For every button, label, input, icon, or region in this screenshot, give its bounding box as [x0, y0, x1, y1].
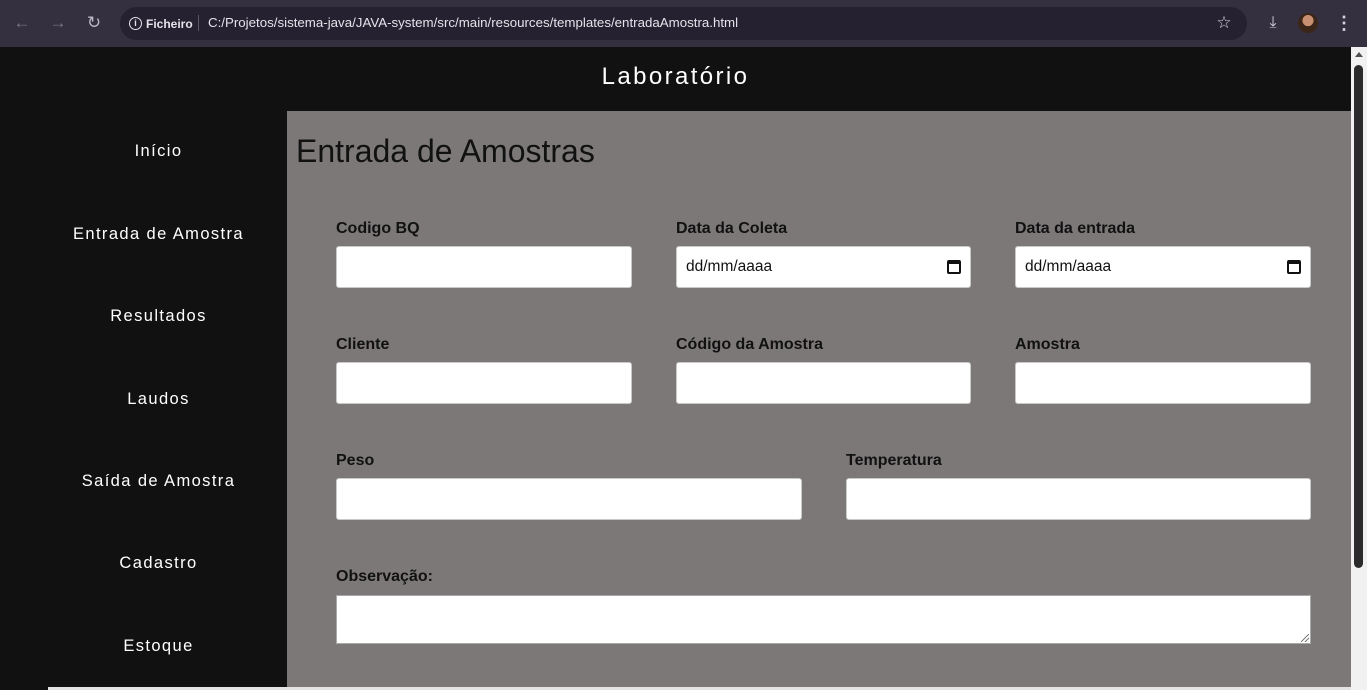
- forward-arrow-icon[interactable]: →: [46, 11, 70, 35]
- site-info-chip[interactable]: i Ficheiro: [129, 13, 193, 34]
- peso-label: Peso: [336, 452, 375, 469]
- main-content: Entrada de Amostras Codigo BQ Data da Co…: [287, 111, 1351, 690]
- codigo-bq-label: Codigo BQ: [336, 220, 420, 237]
- data-entrada-value: dd/mm/aaaa: [1025, 258, 1112, 275]
- sidebar-item-cadastro[interactable]: Cadastro: [0, 554, 317, 573]
- data-entrada-label: Data da entrada: [1015, 220, 1136, 237]
- cliente-label: Cliente: [336, 336, 390, 353]
- data-coleta-label: Data da Coleta: [676, 220, 788, 237]
- sidebar: Início Entrada de Amostra Resultados Lau…: [0, 111, 287, 690]
- sidebar-item-inicio[interactable]: Início: [0, 142, 317, 161]
- site-title: Laboratório: [601, 63, 750, 90]
- download-icon[interactable]: ⤓: [1261, 11, 1285, 35]
- observacao-label: Observação:: [336, 568, 433, 585]
- data-coleta-value: dd/mm/aaaa: [686, 258, 773, 275]
- kebab-menu-icon[interactable]: ⋮: [1334, 11, 1354, 35]
- resize-handle-icon[interactable]: [1301, 634, 1309, 642]
- amostra-input[interactable]: [1015, 362, 1311, 404]
- temperatura-input[interactable]: [846, 478, 1311, 520]
- peso-input[interactable]: [336, 478, 802, 520]
- page-viewport: Laboratório Início Entrada de Amostra Re…: [0, 47, 1351, 690]
- calendar-icon[interactable]: [947, 260, 961, 274]
- sidebar-item-resultados[interactable]: Resultados: [0, 307, 317, 326]
- info-icon: i: [129, 17, 142, 30]
- codigo-amostra-input[interactable]: [676, 362, 971, 404]
- observacao-textarea[interactable]: [336, 595, 1311, 644]
- url-text[interactable]: C:/Projetos/sistema-java/JAVA-system/src…: [208, 15, 738, 30]
- scroll-up-arrow-icon[interactable]: [1355, 52, 1363, 57]
- profile-avatar[interactable]: [1298, 13, 1318, 33]
- scrollbar-thumb[interactable]: [1354, 65, 1363, 568]
- chip-divider: [198, 15, 199, 31]
- data-entrada-input[interactable]: dd/mm/aaaa: [1015, 246, 1311, 288]
- page-title: Entrada de Amostras: [296, 133, 595, 169]
- codigo-bq-input[interactable]: [336, 246, 632, 288]
- calendar-icon[interactable]: [1287, 260, 1301, 274]
- codigo-amostra-label: Código da Amostra: [676, 336, 823, 353]
- star-icon[interactable]: ☆: [1212, 11, 1236, 35]
- sidebar-item-saida-de-amostra[interactable]: Saída de Amostra: [0, 472, 317, 491]
- temperatura-label: Temperatura: [846, 452, 942, 469]
- site-chip-label: Ficheiro: [146, 16, 193, 31]
- browser-toolbar: ← → ↻ i Ficheiro C:/Projetos/sistema-jav…: [0, 0, 1367, 47]
- reload-icon[interactable]: ↻: [82, 11, 106, 35]
- cliente-input[interactable]: [336, 362, 632, 404]
- sidebar-item-estoque[interactable]: Estoque: [0, 637, 317, 656]
- amostra-label: Amostra: [1015, 336, 1080, 353]
- sidebar-item-laudos[interactable]: Laudos: [0, 390, 317, 409]
- data-coleta-input[interactable]: dd/mm/aaaa: [676, 246, 971, 288]
- sidebar-item-entrada-de-amostra[interactable]: Entrada de Amostra: [0, 225, 317, 244]
- back-arrow-icon[interactable]: ←: [10, 11, 34, 35]
- vertical-scrollbar[interactable]: [1351, 47, 1367, 690]
